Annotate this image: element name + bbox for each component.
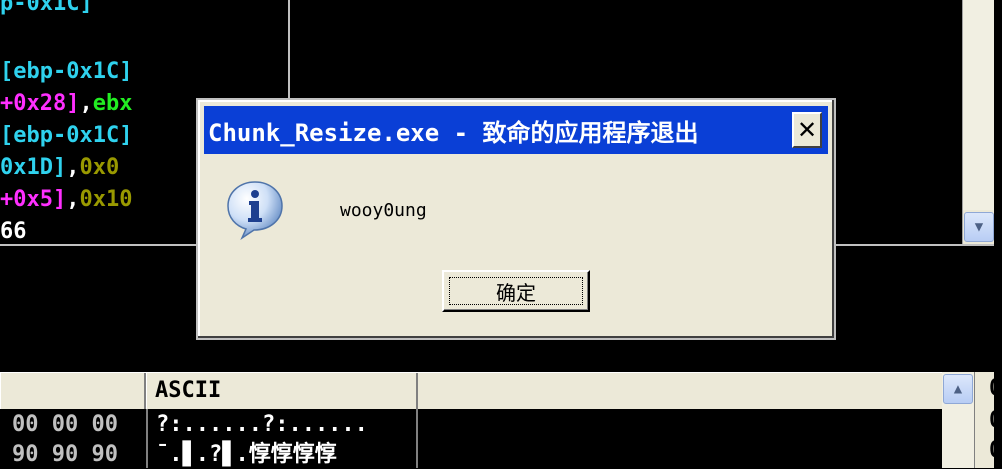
- disasm-token: 0x1D]: [0, 155, 67, 180]
- dump-hex-row: 00 00 00: [12, 412, 118, 437]
- dump-header: ASCII: [0, 372, 942, 410]
- disassembly-scrollbar[interactable]: ▼: [962, 0, 995, 244]
- close-button[interactable]: ✕: [792, 112, 822, 148]
- info-icon: [227, 181, 283, 240]
- dump-column-divider: [416, 409, 418, 468]
- disasm-token: p-0x1C]: [0, 0, 93, 16]
- scrollbar-track[interactable]: [963, 0, 995, 210]
- disasm-line[interactable]: [ebp-0x1C]: [0, 124, 132, 148]
- disasm-token: +0x5]: [0, 187, 67, 212]
- ok-button[interactable]: 确定: [442, 270, 590, 312]
- focus-rect: [449, 277, 583, 305]
- disasm-token: 66: [0, 219, 27, 244]
- dump-scrollbar[interactable]: ▲: [942, 372, 974, 468]
- dump-header-ascii[interactable]: ASCII: [146, 373, 418, 409]
- dialog-title: Chunk_Resize.exe - 致命的应用程序退出: [208, 118, 699, 147]
- disasm-line[interactable]: +0x28],ebx: [0, 92, 132, 116]
- disasm-token: ,: [79, 91, 93, 116]
- disasm-token: 0x10: [79, 187, 133, 212]
- error-dialog: Chunk_Resize.exe - 致命的应用程序退出 ✕ wooy0ung …: [196, 98, 836, 340]
- disasm-token: ,: [66, 187, 80, 212]
- close-icon: ✕: [796, 116, 818, 144]
- chevron-down-icon: ▼: [974, 219, 984, 235]
- disasm-token: ,: [66, 155, 80, 180]
- dump-ascii-row: ˉ.▋.?▋.惇惇惇惇: [156, 442, 337, 467]
- disasm-line[interactable]: +0x5],0x10: [0, 188, 132, 212]
- dump-ascii-row: ?:......?:......: [156, 412, 368, 437]
- scroll-up-button[interactable]: ▲: [943, 374, 973, 404]
- disasm-token: ebx: [92, 91, 133, 116]
- disasm-token: +0x28]: [0, 91, 80, 116]
- dump-hex-row: 90 90 90: [12, 442, 118, 467]
- scroll-down-button[interactable]: ▼: [964, 212, 994, 242]
- disasm-token: [ebp-0x1C]: [0, 59, 133, 84]
- dialog-titlebar[interactable]: Chunk_Resize.exe - 致命的应用程序退出 ✕: [204, 106, 828, 154]
- dialog-message: wooy0ung: [340, 200, 427, 221]
- dump-column-divider: [146, 409, 148, 468]
- disasm-line[interactable]: 66: [0, 220, 27, 244]
- window-edge: [994, 0, 1002, 468]
- disasm-line[interactable]: [ebp-0x1C]: [0, 60, 132, 84]
- disasm-line[interactable]: 0x1D],0x0: [0, 156, 119, 180]
- disasm-token: [ebp-0x1C]: [0, 123, 133, 148]
- dump-body: 00 00 00 90 90 90 ?:......?:...... ˉ.▋.?…: [0, 409, 942, 468]
- dump-header-hex[interactable]: [0, 373, 146, 409]
- disasm-token: 0x0: [79, 155, 120, 180]
- disasm-line[interactable]: p-0x1C]: [0, 0, 93, 16]
- chevron-up-icon: ▲: [953, 381, 963, 397]
